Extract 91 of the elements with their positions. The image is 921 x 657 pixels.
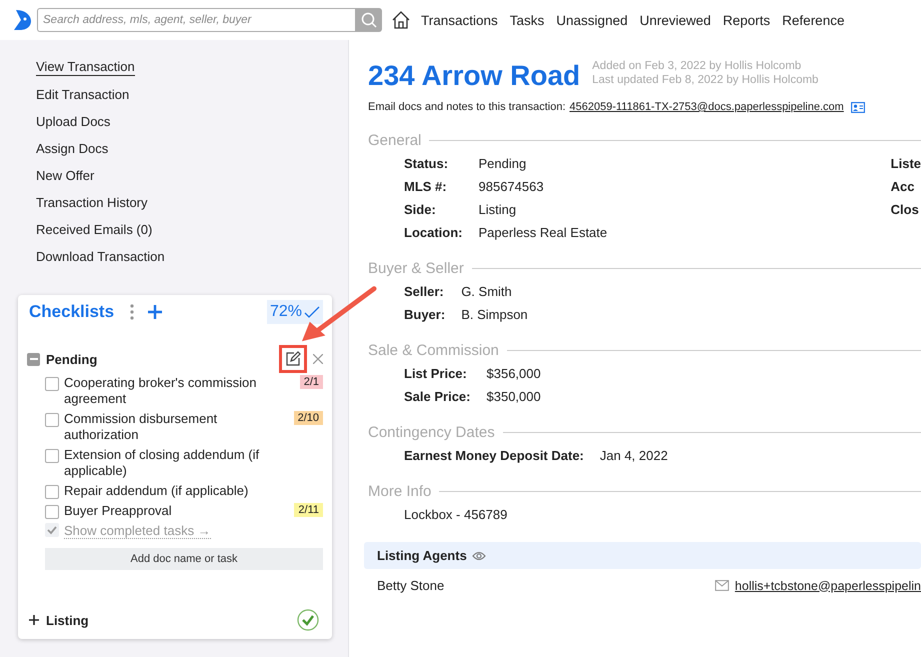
field-value: Paperless Real Estate xyxy=(478,224,608,241)
sidebar-item[interactable]: Upload Docs xyxy=(36,113,110,130)
note-text: Lockbox - 456789 xyxy=(404,506,508,523)
plus-icon xyxy=(28,615,38,625)
checkbox[interactable] xyxy=(45,413,59,427)
email-link[interactable]: hollis+tcbstone@paperlesspipelin xyxy=(734,578,921,592)
date-badge: 2/1 xyxy=(300,375,323,389)
field-value: Jan 4, 2022 xyxy=(600,447,668,464)
field-value: 985674563 xyxy=(478,178,545,195)
field-label: Clos xyxy=(890,201,920,218)
sidebar-item[interactable]: View Transaction xyxy=(36,58,135,76)
edit-button[interactable] xyxy=(285,351,301,367)
sidebar-item[interactable]: New Offer xyxy=(36,167,94,184)
progress-percent: 72% xyxy=(270,303,302,321)
field-label: Side: xyxy=(404,201,437,218)
field-value: Pending xyxy=(478,155,528,172)
checkbox[interactable] xyxy=(45,377,59,391)
field-value: $350,000 xyxy=(486,388,541,405)
section-heading: More Info xyxy=(368,483,432,500)
house-icon xyxy=(391,10,411,30)
home-button[interactable] xyxy=(391,10,411,30)
nav-link[interactable]: Transactions xyxy=(421,12,498,28)
section-heading: Buyer & Seller xyxy=(368,260,464,277)
contact-card-button[interactable] xyxy=(850,102,865,112)
email-link[interactable]: 4562059-111861-TX-2753@docs.paperlesspipeline.com xyxy=(570,101,844,113)
nav-link[interactable]: Tasks xyxy=(510,12,544,28)
nav-link[interactable]: Reports xyxy=(722,12,770,28)
email-label: Email docs and notes to this transaction: xyxy=(368,101,566,113)
field-value: G. Smith xyxy=(461,283,513,300)
nav-link[interactable]: Unassigned xyxy=(556,12,628,28)
nav-link[interactable]: Reference xyxy=(782,12,844,28)
sidebar-item[interactable]: Edit Transaction xyxy=(36,86,130,103)
sidebar-item[interactable]: Assign Docs xyxy=(36,140,108,157)
search-field[interactable]: Search address, mls, agent, seller, buyer xyxy=(37,8,355,32)
mail-icon xyxy=(714,580,729,591)
close-button[interactable] xyxy=(313,354,323,364)
checkbox[interactable] xyxy=(45,505,59,519)
field-label: List Price: xyxy=(404,365,468,382)
task-label[interactable]: Extension of closing addendum (if applicable) xyxy=(64,447,323,479)
sidebar-item[interactable]: Received Emails (0) xyxy=(36,221,152,238)
close-icon xyxy=(313,354,323,364)
page-title: 234 Arrow Road xyxy=(368,59,580,93)
agent-name: Betty Stone xyxy=(377,578,444,593)
field-value: $356,000 xyxy=(486,365,541,382)
minus-icon xyxy=(30,358,38,360)
group-name: Pending xyxy=(46,352,98,366)
checkbox[interactable] xyxy=(45,485,59,499)
agents-title: Listing Agents xyxy=(377,548,467,563)
nav-link[interactable]: Unreviewed xyxy=(640,12,711,28)
search-icon xyxy=(360,12,376,28)
field-label: Seller: xyxy=(404,283,445,300)
field-label: Buyer: xyxy=(404,306,446,323)
check-icon xyxy=(304,306,320,318)
field-label: Earnest Money Deposit Date: xyxy=(404,447,584,464)
field-label: Sale Price: xyxy=(404,388,470,405)
task-label[interactable]: Commission disbursement authorization xyxy=(64,411,289,443)
plus-icon xyxy=(148,305,162,319)
section-heading: Sale & Commission xyxy=(368,342,499,359)
field-label: Acc xyxy=(890,178,916,195)
field-label: Liste xyxy=(890,155,921,172)
task-label[interactable]: Repair addendum (if applicable) xyxy=(64,483,323,499)
edit-icon xyxy=(285,351,301,367)
kebab-icon xyxy=(130,304,134,320)
add-task-button[interactable]: Add doc name or task xyxy=(45,548,323,570)
updated-text: Last updated Feb 8, 2022 by Hollis Holcomb xyxy=(592,73,818,87)
more-button[interactable] xyxy=(130,304,134,320)
sidebar-item[interactable]: Transaction History xyxy=(36,194,148,211)
task-label[interactable]: Buyer Preapproval xyxy=(64,503,290,519)
section-heading: Contingency Dates xyxy=(368,424,495,441)
check-icon xyxy=(45,523,59,537)
section-heading: General xyxy=(368,132,422,149)
add-button[interactable] xyxy=(148,305,162,319)
field-label: Location: xyxy=(404,224,462,241)
added-text: Added on Feb 3, 2022 by Hollis Holcomb xyxy=(592,59,802,73)
field-value: B. Simpson xyxy=(461,306,528,323)
field-value: Listing xyxy=(478,201,518,218)
eye-icon xyxy=(472,550,486,560)
checkbox[interactable] xyxy=(45,449,59,463)
logo-icon xyxy=(12,8,32,32)
search-button[interactable] xyxy=(355,8,382,32)
field-label: Status: xyxy=(404,155,450,172)
group-name: Listing xyxy=(46,612,90,628)
checklists-title: Checklists xyxy=(29,302,114,322)
date-badge: 2/10 xyxy=(294,411,323,425)
sidebar-item[interactable]: Download Transaction xyxy=(36,248,165,265)
field-label: MLS #: xyxy=(404,178,448,195)
contact-card-icon xyxy=(850,102,865,112)
collapse-button[interactable] xyxy=(27,352,40,366)
expand-button[interactable] xyxy=(27,614,40,626)
task-label[interactable]: Cooperating broker's commission agreement xyxy=(64,375,295,407)
date-badge: 2/11 xyxy=(294,503,323,517)
